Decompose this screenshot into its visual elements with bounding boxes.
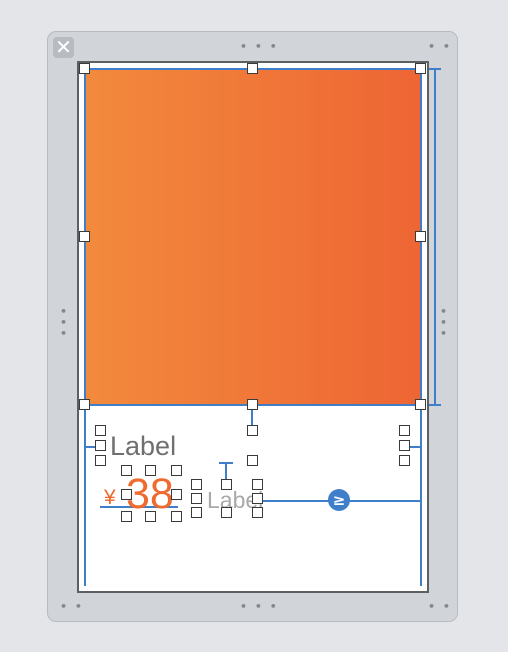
price-handle-top-left[interactable] xyxy=(121,465,132,476)
secondary-handle-bottom-left[interactable] xyxy=(191,507,202,518)
greater-or-equal-constraint-icon[interactable]: ≥ xyxy=(328,489,350,511)
price-handle-right[interactable] xyxy=(171,489,182,500)
title-handle-left[interactable] xyxy=(95,440,106,451)
title-handle-bottom-left[interactable] xyxy=(95,455,106,466)
price-handle-bottom-right[interactable] xyxy=(171,511,182,522)
resize-dots-top[interactable]: • • • xyxy=(240,40,279,53)
title-trailing-spacing xyxy=(410,446,422,448)
price-handle-top[interactable] xyxy=(145,465,156,476)
label-vertical-spacing-cap xyxy=(219,462,233,464)
close-icon[interactable]: ✕ xyxy=(53,37,74,58)
price-handle-bottom-left[interactable] xyxy=(121,511,132,522)
resize-dots-left[interactable]: • • • xyxy=(60,306,69,339)
secondary-handle-bottom[interactable] xyxy=(221,507,232,518)
secondary-handle-top-right[interactable] xyxy=(252,479,263,490)
title-handle-right[interactable] xyxy=(399,440,410,451)
resize-dots-bottom-right[interactable]: • • xyxy=(428,600,452,613)
image-handle-bottom-left[interactable] xyxy=(79,399,90,410)
title-handle-top[interactable] xyxy=(247,425,258,436)
height-constraint-bottom-cap xyxy=(429,404,441,406)
secondary-handle-top[interactable] xyxy=(221,479,232,490)
image-handle-bottom[interactable] xyxy=(247,399,258,410)
resize-dots-bottom-left[interactable]: • • xyxy=(60,600,84,613)
resize-dots-top-right[interactable]: • • xyxy=(428,40,452,53)
image-handle-bottom-right[interactable] xyxy=(415,399,426,410)
title-label[interactable]: Label xyxy=(110,430,176,462)
right-edge-constraint xyxy=(420,68,422,586)
height-constraint xyxy=(434,70,436,406)
currency-label[interactable]: ¥ xyxy=(104,486,116,510)
title-handle-bottom[interactable] xyxy=(247,455,258,466)
price-handle-bottom[interactable] xyxy=(145,511,156,522)
resize-dots-right[interactable]: • • • xyxy=(440,306,449,339)
image-handle-top-right[interactable] xyxy=(415,63,426,74)
title-handle-top-left[interactable] xyxy=(95,425,106,436)
secondary-handle-bottom-right[interactable] xyxy=(252,507,263,518)
height-constraint-top-cap xyxy=(429,68,441,70)
price-handle-top-right[interactable] xyxy=(171,465,182,476)
resize-dots-bottom[interactable]: • • • xyxy=(240,600,279,613)
image-handle-right[interactable] xyxy=(415,231,426,242)
left-edge-constraint xyxy=(84,68,86,586)
title-handle-top-right[interactable] xyxy=(399,425,410,436)
secondary-handle-right[interactable] xyxy=(252,493,263,504)
secondary-handle-left[interactable] xyxy=(191,493,202,504)
title-handle-bottom-right[interactable] xyxy=(399,455,410,466)
image-handle-top[interactable] xyxy=(247,63,258,74)
product-image[interactable] xyxy=(86,70,421,406)
image-handle-top-left[interactable] xyxy=(79,63,90,74)
secondary-handle-top-left[interactable] xyxy=(191,479,202,490)
image-handle-left[interactable] xyxy=(79,231,90,242)
price-handle-left[interactable] xyxy=(121,489,132,500)
